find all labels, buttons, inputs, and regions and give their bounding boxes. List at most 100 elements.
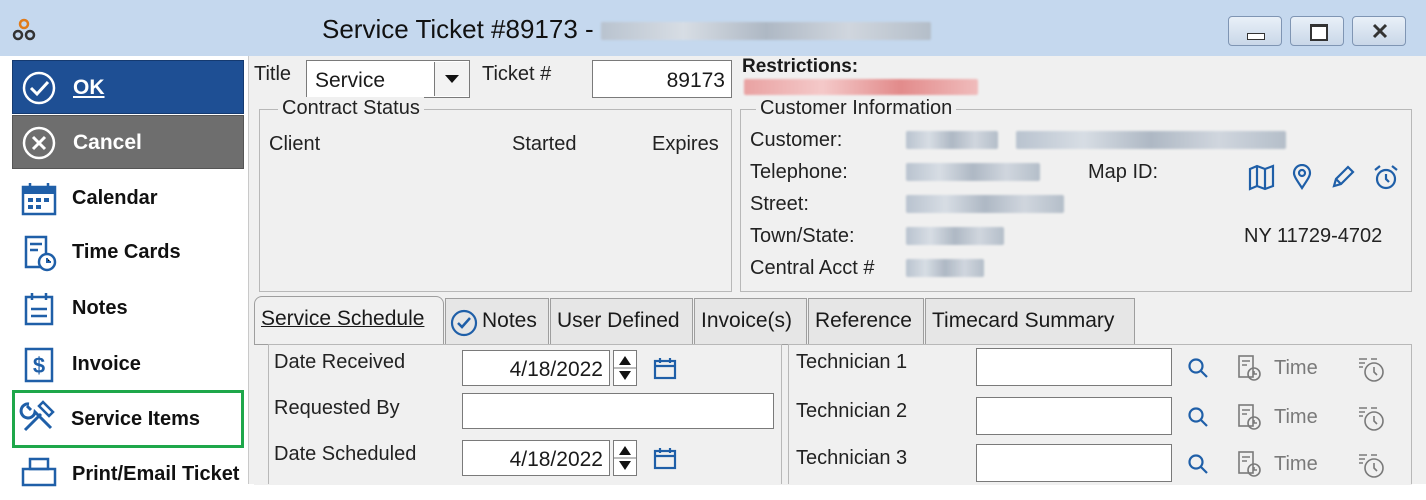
technician-3-label: Technician 3 xyxy=(796,447,908,469)
technician-1-field[interactable] xyxy=(976,348,1172,386)
minimize-icon xyxy=(1247,33,1265,40)
maximize-button[interactable] xyxy=(1290,16,1344,46)
spinner-arrows-icon xyxy=(614,356,636,380)
telephone-label: Telephone: xyxy=(750,161,848,183)
ok-button[interactable]: OK xyxy=(12,60,244,114)
date-received-value: 4/18/2022 xyxy=(509,358,603,381)
search-icon[interactable] xyxy=(1186,356,1210,380)
state-zip-value: NY 11729-4702 xyxy=(1244,225,1383,247)
sidebar-item-calendar[interactable]: Calendar xyxy=(14,172,244,224)
close-button[interactable] xyxy=(1352,16,1406,46)
redacted-customer-name xyxy=(1016,131,1286,149)
date-received-spinner[interactable] xyxy=(613,350,637,386)
contract-status-legend: Contract Status xyxy=(278,97,424,120)
sidebar-item-invoice[interactable]: $ Invoice xyxy=(14,338,244,390)
sidebar-item-label: Invoice xyxy=(72,353,141,375)
redacted-restrictions xyxy=(744,79,978,95)
stopwatch-icon[interactable] xyxy=(1356,450,1386,480)
sidebar-item-print-email-ticket[interactable]: Print/Email Ticket xyxy=(14,448,244,500)
ok-label: OK xyxy=(73,76,105,99)
timecard-icon[interactable] xyxy=(1236,403,1262,431)
sidebar-item-label: Time Cards xyxy=(72,241,181,263)
central-acct-label: Central Acct # xyxy=(750,257,875,279)
date-received-label: Date Received xyxy=(274,351,406,373)
invoice-dollar-icon: $ xyxy=(24,347,54,383)
edit-pencil-icon[interactable] xyxy=(1330,164,1356,190)
sidebar-item-time-cards[interactable]: Time Cards xyxy=(14,226,244,278)
technician-1-label: Technician 1 xyxy=(796,351,908,373)
date-scheduled-value: 4/18/2022 xyxy=(509,448,603,471)
title-bar: Service Ticket #89173 - xyxy=(0,0,1426,57)
app-logo-icon xyxy=(12,18,36,41)
printer-icon xyxy=(21,457,57,487)
alarm-clock-icon[interactable] xyxy=(1372,164,1400,192)
cancel-x-circle-icon xyxy=(22,126,56,160)
sidebar-item-notes[interactable]: Notes xyxy=(14,282,244,334)
search-icon[interactable] xyxy=(1186,405,1210,429)
redacted-customer-id xyxy=(906,131,998,149)
tab-invoices[interactable]: Invoice(s) xyxy=(694,298,807,344)
location-pin-icon[interactable] xyxy=(1292,164,1312,190)
tab-reference[interactable]: Reference xyxy=(808,298,924,344)
timecard-icon[interactable] xyxy=(1236,354,1262,382)
contract-expires-header: Expires xyxy=(652,133,719,155)
title-dropdown-button[interactable] xyxy=(434,62,469,96)
chevron-down-icon xyxy=(445,75,459,83)
technician-2-field[interactable] xyxy=(976,397,1172,435)
sidebar-item-label: Calendar xyxy=(72,187,158,209)
sidebar-item-service-items[interactable]: Service Items xyxy=(12,390,244,448)
tab-notes[interactable]: Notes xyxy=(445,298,549,344)
contract-client-header: Client xyxy=(269,133,321,155)
map-icon[interactable] xyxy=(1247,164,1277,192)
redacted-street xyxy=(906,195,1064,213)
tab-service-schedule[interactable]: Service Schedule xyxy=(254,296,444,346)
cancel-button[interactable]: Cancel xyxy=(12,115,244,169)
redacted-customer-name xyxy=(600,22,931,41)
customer-info-legend: Customer Information xyxy=(756,97,957,120)
sidebar-item-label: Service Items xyxy=(71,408,200,430)
spinner-arrows-icon xyxy=(614,446,636,470)
map-id-label: Map ID: xyxy=(1088,161,1159,183)
tab-timecard-summary[interactable]: Timecard Summary xyxy=(925,298,1135,344)
search-icon[interactable] xyxy=(1186,452,1210,476)
tab-label: Invoice(s) xyxy=(701,309,793,332)
minimize-button[interactable] xyxy=(1228,16,1282,46)
tools-icon xyxy=(19,400,55,432)
redacted-town xyxy=(906,227,1004,245)
street-label: Street: xyxy=(750,193,809,215)
stopwatch-icon[interactable] xyxy=(1356,354,1386,384)
sidebar-item-label: Notes xyxy=(72,297,128,319)
cancel-label: Cancel xyxy=(73,131,142,154)
tab-label: Notes xyxy=(482,309,537,332)
technician-3-field[interactable] xyxy=(976,444,1172,482)
date-scheduled-spinner[interactable] xyxy=(613,440,637,476)
notes-icon xyxy=(24,293,54,326)
check-circle-icon xyxy=(22,71,56,105)
window-title: Service Ticket #89173 - xyxy=(322,14,931,45)
maximize-icon xyxy=(1310,24,1328,41)
stopwatch-icon[interactable] xyxy=(1356,403,1386,433)
ticket-number-field[interactable]: 89173 xyxy=(592,60,732,98)
town-state-label: Town/State: xyxy=(750,225,855,247)
date-received-field[interactable]: 4/18/2022 xyxy=(462,350,610,386)
tab-user-defined[interactable]: User Defined xyxy=(550,298,693,344)
technician-2-label: Technician 2 xyxy=(796,400,908,422)
sidebar-item-label: Print/Email Ticket xyxy=(72,463,240,485)
technician-1-time-label: Time xyxy=(1274,357,1318,379)
requested-by-field[interactable] xyxy=(462,393,774,429)
redacted-central-acct xyxy=(906,259,984,277)
calendar-picker-icon[interactable] xyxy=(652,356,678,382)
tab-label: Service Schedule xyxy=(261,307,425,330)
date-scheduled-label: Date Scheduled xyxy=(274,443,417,465)
date-scheduled-field[interactable]: 4/18/2022 xyxy=(462,440,610,476)
redacted-telephone xyxy=(906,163,1040,181)
calendar-picker-icon[interactable] xyxy=(652,446,678,472)
restrictions-label: Restrictions: xyxy=(742,56,859,77)
calendar-icon xyxy=(21,183,57,216)
ticket-number-label: Ticket # xyxy=(482,63,552,85)
timecard-icon[interactable] xyxy=(1236,450,1262,478)
title-select[interactable]: Service xyxy=(306,60,470,98)
close-icon xyxy=(1372,23,1388,39)
requested-by-label: Requested By xyxy=(274,397,400,419)
ticket-number-value: 89173 xyxy=(666,69,725,92)
